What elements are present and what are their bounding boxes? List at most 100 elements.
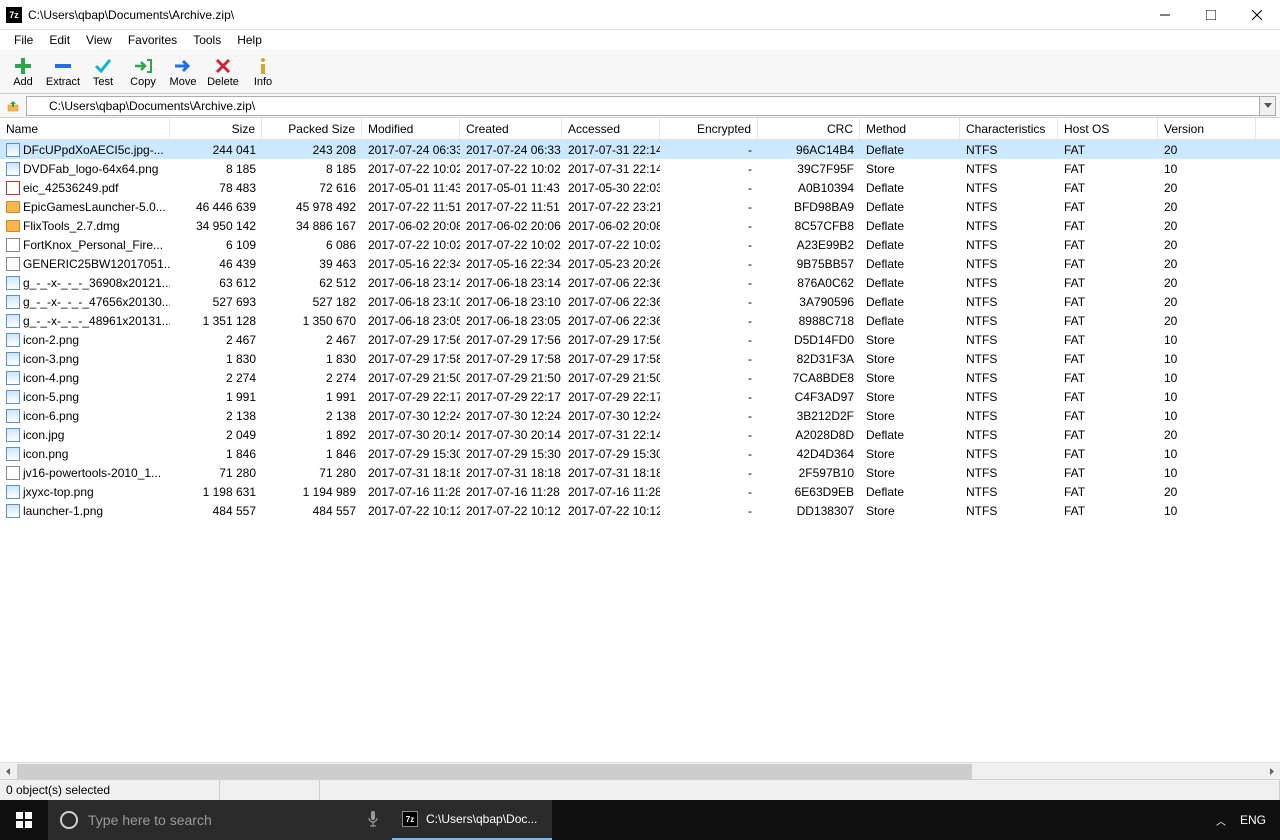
- table-row[interactable]: icon-5.png1 9911 9912017-07-29 22:172017…: [0, 387, 1280, 406]
- table-row[interactable]: icon.jpg2 0491 8922017-07-30 20:142017-0…: [0, 425, 1280, 444]
- table-row[interactable]: jxyxc-top.png1 198 6311 194 9892017-07-1…: [0, 482, 1280, 501]
- test-icon: [93, 56, 113, 76]
- table-row[interactable]: FortKnox_Personal_Fire...6 1096 0862017-…: [0, 235, 1280, 254]
- column-header-modified[interactable]: Modified: [362, 118, 460, 139]
- mic-icon[interactable]: [366, 810, 380, 831]
- toolbar: AddExtractTestCopyMoveDeleteInfo: [0, 50, 1280, 94]
- taskbar-item-7zip[interactable]: 7z C:\Users\qbap\Doc...: [392, 800, 552, 840]
- extract-icon: [53, 56, 73, 76]
- system-tray[interactable]: ︿ ENG: [1202, 813, 1280, 828]
- menu-help[interactable]: Help: [229, 31, 270, 49]
- image-icon: [6, 352, 20, 366]
- path-input[interactable]: [26, 96, 1260, 116]
- image-icon: [6, 143, 20, 157]
- table-row[interactable]: icon.png1 8461 8462017-07-29 15:302017-0…: [0, 444, 1280, 463]
- menubar: FileEditViewFavoritesToolsHelp: [0, 30, 1280, 50]
- image-icon: [6, 485, 20, 499]
- close-button[interactable]: [1234, 0, 1280, 30]
- image-icon: [6, 390, 20, 404]
- add-button[interactable]: Add: [4, 52, 42, 92]
- file-list-area: NameSizePacked SizeModifiedCreatedAccess…: [0, 118, 1280, 762]
- table-row[interactable]: EpicGamesLauncher-5.0...46 446 63945 978…: [0, 197, 1280, 216]
- column-header-size[interactable]: Size: [170, 118, 262, 139]
- column-header-packed-size[interactable]: Packed Size: [262, 118, 362, 139]
- image-icon: [6, 371, 20, 385]
- table-row[interactable]: icon-6.png2 1382 1382017-07-30 12:242017…: [0, 406, 1280, 425]
- image-icon: [6, 276, 20, 290]
- delete-icon: [213, 56, 233, 76]
- menu-edit[interactable]: Edit: [41, 31, 78, 49]
- table-row[interactable]: eic_42536249.pdf78 48372 6162017-05-01 1…: [0, 178, 1280, 197]
- scroll-left-arrow[interactable]: [0, 763, 17, 780]
- column-header-name[interactable]: Name: [0, 118, 170, 139]
- file-icon: [6, 466, 20, 480]
- column-header-host-os[interactable]: Host OS: [1058, 118, 1158, 139]
- pathbar: [0, 94, 1280, 118]
- image-icon: [6, 162, 20, 176]
- horizontal-scrollbar[interactable]: [0, 762, 1280, 779]
- table-row[interactable]: DFcUPpdXoAECI5c.jpg-...244 041243 208201…: [0, 140, 1280, 159]
- folder-icon: [6, 201, 20, 213]
- extract-button[interactable]: Extract: [44, 52, 82, 92]
- image-icon: [6, 333, 20, 347]
- status-selection: 0 object(s) selected: [0, 780, 220, 800]
- table-row[interactable]: launcher-1.png484 557484 5572017-07-22 1…: [0, 501, 1280, 520]
- column-header-characteristics[interactable]: Characteristics: [960, 118, 1058, 139]
- taskbar-search[interactable]: Type here to search: [48, 800, 392, 840]
- scroll-thumb[interactable]: [17, 764, 972, 779]
- column-header-encrypted[interactable]: Encrypted: [660, 118, 758, 139]
- minimize-button[interactable]: [1142, 0, 1188, 30]
- image-icon: [6, 447, 20, 461]
- table-row[interactable]: icon-2.png2 4672 4672017-07-29 17:562017…: [0, 330, 1280, 349]
- window-title: C:\Users\qbap\Documents\Archive.zip\: [28, 8, 1142, 22]
- scroll-right-arrow[interactable]: [1263, 763, 1280, 780]
- table-row[interactable]: DVDFab_logo-64x64.png8 1858 1852017-07-2…: [0, 159, 1280, 178]
- image-icon: [6, 409, 20, 423]
- copy-button[interactable]: Copy: [124, 52, 162, 92]
- file-icon: [6, 238, 20, 252]
- table-row[interactable]: jv16-powertools-2010_1...71 28071 280201…: [0, 463, 1280, 482]
- table-row[interactable]: icon-3.png1 8301 8302017-07-29 17:582017…: [0, 349, 1280, 368]
- table-row[interactable]: g_-_-x-_-_-_48961x20131...1 351 1281 350…: [0, 311, 1280, 330]
- table-row[interactable]: icon-4.png2 2742 2742017-07-29 21:502017…: [0, 368, 1280, 387]
- folder-icon: [6, 220, 20, 232]
- column-header-version[interactable]: Version: [1158, 118, 1256, 139]
- info-button[interactable]: Info: [244, 52, 282, 92]
- tray-chevron-icon[interactable]: ︿: [1216, 813, 1226, 828]
- column-header-method[interactable]: Method: [860, 118, 960, 139]
- delete-button[interactable]: Delete: [204, 52, 242, 92]
- start-button[interactable]: [0, 800, 48, 840]
- menu-tools[interactable]: Tools: [185, 31, 229, 49]
- add-icon: [13, 56, 33, 76]
- menu-favorites[interactable]: Favorites: [120, 31, 185, 49]
- path-dropdown[interactable]: [1260, 96, 1276, 116]
- image-icon: [6, 314, 20, 328]
- file-list[interactable]: DFcUPpdXoAECI5c.jpg-...244 041243 208201…: [0, 140, 1280, 520]
- tray-language[interactable]: ENG: [1240, 813, 1266, 827]
- app-icon: 7z: [6, 7, 22, 23]
- test-button[interactable]: Test: [84, 52, 122, 92]
- image-icon: [6, 504, 20, 518]
- maximize-button[interactable]: [1188, 0, 1234, 30]
- pdf-icon: [6, 181, 20, 195]
- menu-view[interactable]: View: [78, 31, 120, 49]
- table-row[interactable]: FlixTools_2.7.dmg34 950 14234 886 167201…: [0, 216, 1280, 235]
- titlebar: 7z C:\Users\qbap\Documents\Archive.zip\: [0, 0, 1280, 30]
- table-row[interactable]: g_-_-x-_-_-_36908x20121...63 61262 51220…: [0, 273, 1280, 292]
- table-row[interactable]: GENERIC25BW12017051...46 43939 4632017-0…: [0, 254, 1280, 273]
- image-icon: [6, 428, 20, 442]
- column-header-created[interactable]: Created: [460, 118, 562, 139]
- status-pane-2: [220, 780, 320, 800]
- app-icon: 7z: [402, 811, 418, 827]
- status-pane-3: [320, 780, 1280, 800]
- cortana-icon: [60, 811, 78, 829]
- move-icon: [173, 56, 193, 76]
- column-header-crc[interactable]: CRC: [758, 118, 860, 139]
- column-header-accessed[interactable]: Accessed: [562, 118, 660, 139]
- move-button[interactable]: Move: [164, 52, 202, 92]
- menu-file[interactable]: File: [6, 31, 41, 49]
- up-button[interactable]: [4, 97, 22, 115]
- image-icon: [6, 295, 20, 309]
- table-row[interactable]: g_-_-x-_-_-_47656x20130...527 693527 182…: [0, 292, 1280, 311]
- info-icon: [253, 56, 273, 76]
